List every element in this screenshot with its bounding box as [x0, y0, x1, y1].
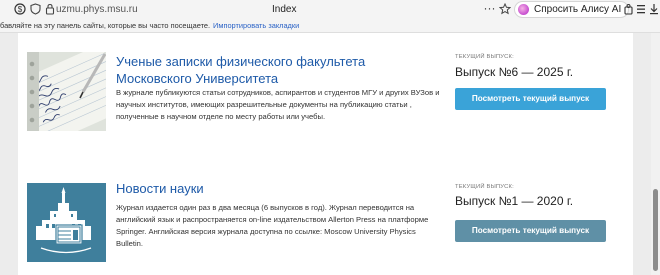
bookmarks-bar: бавляйте на эту панель сайты, которые вы… [0, 19, 660, 33]
journal-title-scientific-notes[interactable]: Ученые записки физического факультета Мо… [116, 53, 416, 87]
download-icon[interactable] [647, 3, 660, 16]
bookmark-star-icon[interactable] [498, 2, 511, 16]
current-issue-title: Выпуск №1 — 2020 г. [455, 194, 574, 208]
svg-text:$: $ [17, 5, 22, 14]
view-current-issue-button[interactable]: Посмотреть текущий выпуск [455, 220, 606, 242]
more-icon[interactable]: ··· [483, 2, 496, 16]
current-issue-title: Выпуск №6 — 2025 г. [455, 65, 574, 79]
ask-alice-button[interactable]: Спросить Алису AI [514, 1, 630, 18]
shield-icon[interactable] [29, 3, 42, 16]
alice-icon [518, 4, 529, 15]
current-issue-label: ТЕКУЩИЙ ВЫПУСК: [455, 54, 514, 60]
journal-title-science-news[interactable]: Новости науки [116, 180, 416, 197]
current-issue-label: ТЕКУЩИЙ ВЫПУСК: [455, 184, 514, 190]
page-scrollbar[interactable] [651, 33, 660, 275]
msu-logo-icon[interactable] [27, 183, 106, 262]
journal-title-line-2[interactable]: Московского Университета [116, 70, 416, 87]
address-bar-url[interactable]: uzmu.phys.msu.ru [56, 3, 138, 16]
view-current-issue-button[interactable]: Посмотреть текущий выпуск [455, 88, 606, 110]
journal-title-line-1[interactable]: Ученые записки физического факультета [116, 53, 416, 70]
journal-description: Журнал издается один раз в два месяца (6… [116, 203, 429, 248]
journal-card-scientific-notes: Ученые записки физического факультета Мо… [18, 33, 633, 156]
site-info-icon[interactable]: $ [13, 3, 26, 16]
import-bookmarks-link[interactable]: Импортировать закладки [213, 21, 299, 30]
menu-icon[interactable] [634, 3, 647, 16]
journal-description: В журнале публикуются статьи сотрудников… [116, 88, 440, 121]
lock-icon[interactable] [43, 3, 56, 16]
journal-card-science-news: Новости науки Журнал издается один раз в… [18, 156, 633, 275]
tab-title: Index [272, 4, 297, 15]
bookmarks-hint: бавляйте на эту панель сайты, которые вы… [0, 21, 211, 30]
notebook-photo-icon[interactable] [27, 52, 106, 131]
page-content: Ученые записки физического факультета Мо… [0, 33, 660, 275]
ask-alice-label: Спросить Алису AI [534, 4, 622, 15]
scrollbar-thumb[interactable] [653, 189, 658, 271]
browser-toolbar: $ uzmu.phys.msu.ru Index ··· Спросить Ал… [0, 0, 660, 19]
